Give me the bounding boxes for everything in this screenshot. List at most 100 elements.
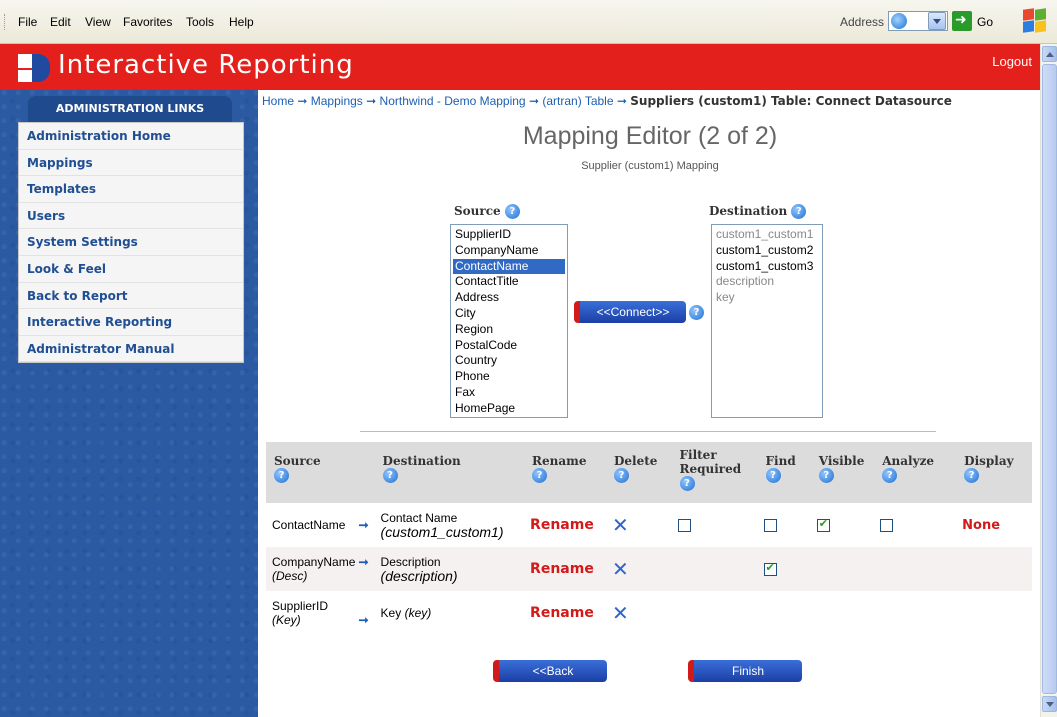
destination-option[interactable]: custom1_custom1	[714, 227, 820, 243]
scroll-thumb[interactable]	[1042, 64, 1057, 694]
filter-required-cell	[672, 591, 758, 635]
analyze-checkbox[interactable]	[874, 503, 956, 547]
sidebar-item-back-to-report[interactable]: Back to Report	[19, 283, 243, 310]
breadcrumb-arrow-icon: ➞	[616, 94, 627, 108]
breadcrumb-home[interactable]: Home	[262, 94, 294, 108]
menu-file[interactable]: File	[18, 15, 37, 29]
app-header: Interactive Reporting Logout	[0, 44, 1040, 90]
browser-menubar: File Edit View Favorites Tools Help Addr…	[0, 0, 1057, 44]
col-find: Find?	[757, 442, 811, 503]
breadcrumb-arrow-icon: ➞	[366, 94, 377, 108]
destination-option[interactable]: key	[714, 290, 820, 306]
analyze-cell	[874, 591, 956, 635]
row-source: SupplierID (Key) ➞	[272, 599, 369, 627]
help-icon[interactable]: ?	[818, 468, 834, 483]
help-icon[interactable]: ?	[613, 468, 629, 483]
row-source: CompanyName ➞ (Desc)	[266, 547, 375, 591]
source-option[interactable]: Phone	[453, 369, 565, 385]
destination-option[interactable]: custom1_custom3	[714, 259, 820, 275]
help-icon[interactable]: ?	[382, 468, 398, 483]
breadcrumb-artran-table[interactable]: (artran) Table	[542, 94, 613, 108]
logout-link[interactable]: Logout	[992, 54, 1032, 69]
rename-link[interactable]: Rename	[524, 503, 606, 547]
filter-required-cell	[671, 547, 758, 591]
page-subtitle: Supplier (custom1) Mapping	[581, 160, 719, 172]
source-option[interactable]: ContactTitle	[453, 274, 565, 290]
source-option[interactable]: HomePage	[453, 401, 565, 417]
row-source: ContactName ➞	[272, 518, 369, 532]
help-icon[interactable]: ?	[504, 204, 520, 219]
find-cell	[758, 591, 811, 635]
help-icon[interactable]: ?	[532, 468, 548, 483]
help-icon[interactable]: ?	[791, 204, 807, 219]
menu-tools[interactable]: Tools	[186, 15, 214, 29]
address-dropdown-button[interactable]	[928, 12, 946, 30]
table-row: SupplierID (Key) ➞ Key (key) Rename ✕	[266, 591, 1032, 635]
sidebar-item-administration-home[interactable]: Administration Home	[19, 123, 243, 150]
scroll-up-arrow-icon[interactable]	[1042, 46, 1057, 62]
delete-icon[interactable]: ✕	[606, 591, 672, 635]
sidebar-item-users[interactable]: Users	[19, 203, 243, 230]
help-icon[interactable]: ?	[765, 468, 781, 483]
source-option[interactable]: PostalCode	[453, 338, 565, 354]
help-icon[interactable]: ?	[882, 468, 898, 483]
sidebar-item-administrator-manual[interactable]: Administrator Manual	[19, 336, 243, 363]
filter-required-checkbox[interactable]	[672, 503, 758, 547]
divider	[360, 431, 936, 432]
sidebar-item-look-feel[interactable]: Look & Feel	[19, 256, 243, 283]
destination-label: Destination ?	[709, 204, 807, 219]
source-listbox[interactable]: SupplierID CompanyName ContactName ContactT…	[450, 224, 568, 418]
help-icon[interactable]: ?	[679, 476, 695, 491]
source-option[interactable]: City	[453, 306, 565, 322]
rename-link[interactable]: Rename	[524, 591, 606, 635]
find-checkbox[interactable]	[757, 547, 811, 591]
help-icon[interactable]: ?	[689, 305, 704, 320]
breadcrumb-current: Suppliers (custom1) Table: Connect Datas…	[630, 94, 952, 108]
menu-view[interactable]: View	[85, 15, 111, 29]
go-button[interactable]: Go	[977, 15, 993, 29]
arrow-icon: ➞	[358, 555, 369, 569]
breadcrumb-mappings[interactable]: Mappings	[311, 94, 363, 108]
destination-option[interactable]: description	[714, 274, 820, 290]
scroll-down-arrow-icon[interactable]	[1042, 696, 1057, 712]
source-option[interactable]: Fax	[453, 385, 565, 401]
col-rename: Rename?	[524, 442, 606, 503]
source-option[interactable]: Address	[453, 290, 565, 306]
sidebar-item-templates[interactable]: Templates	[19, 176, 243, 203]
back-button[interactable]: <<Back	[493, 660, 607, 682]
find-checkbox[interactable]	[758, 503, 811, 547]
help-icon[interactable]: ?	[964, 468, 980, 483]
sidebar-item-interactive-reporting[interactable]: Interactive Reporting	[19, 309, 243, 336]
source-option[interactable]: SupplierID	[453, 227, 565, 243]
breadcrumb-northwind[interactable]: Northwind - Demo Mapping	[380, 94, 526, 108]
destination-listbox[interactable]: custom1_custom1 custom1_custom2 custom1_cu…	[711, 224, 823, 418]
destination-option[interactable]: custom1_custom2	[714, 243, 820, 259]
source-option[interactable]: ContactName	[453, 258, 565, 275]
col-analyze: Analyze?	[874, 442, 957, 503]
menu-edit[interactable]: Edit	[50, 15, 71, 29]
display-select[interactable]: None	[956, 503, 1032, 547]
breadcrumb-arrow-icon: ➞	[297, 94, 308, 108]
sidebar-item-mappings[interactable]: Mappings	[19, 150, 243, 177]
toolbar-grip[interactable]	[4, 14, 6, 30]
delete-icon[interactable]: ✕	[606, 503, 672, 547]
table-row: CompanyName ➞ (Desc) Description (descript…	[266, 547, 1032, 591]
sidebar-item-system-settings[interactable]: System Settings	[19, 229, 243, 256]
connect-button[interactable]: <<Connect>>	[574, 301, 686, 323]
menu-help[interactable]: Help	[229, 15, 254, 29]
go-arrow-icon[interactable]	[952, 11, 972, 31]
finish-button[interactable]: Finish	[688, 660, 802, 682]
sidebar-heading: ADMINISTRATION LINKS	[28, 96, 232, 122]
source-option[interactable]: CompanyName	[453, 243, 565, 259]
delete-icon[interactable]: ✕	[605, 547, 672, 591]
source-option[interactable]: Country	[453, 353, 565, 369]
source-option[interactable]: Region	[453, 322, 565, 338]
row-destination: Contact Name (custom1_custom1)	[380, 511, 504, 540]
rename-link[interactable]: Rename	[524, 547, 606, 591]
help-icon[interactable]: ?	[274, 468, 289, 483]
breadcrumb: Home ➞ Mappings ➞ Northwind - Demo Mappi…	[262, 94, 952, 108]
visible-checkbox[interactable]	[811, 503, 874, 547]
page-title: Mapping Editor (2 of 2)	[522, 122, 778, 150]
menu-favorites[interactable]: Favorites	[123, 15, 172, 29]
vertical-scrollbar[interactable]	[1040, 44, 1057, 717]
